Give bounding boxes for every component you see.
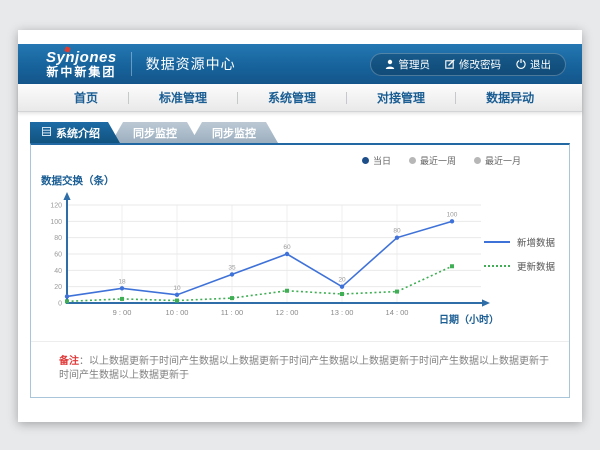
current-user-label: 管理员	[399, 57, 431, 72]
tab-sync-monitor-1[interactable]: 同步监控	[111, 122, 199, 143]
legend-label: 新增数据	[517, 235, 555, 249]
svg-text:10 : 00: 10 : 00	[166, 308, 189, 317]
legend-new-data: 新增数据	[484, 235, 555, 249]
legend-updated-data: 更新数据	[484, 259, 555, 273]
tab-label: 同步监控	[212, 125, 256, 141]
header-divider	[131, 52, 132, 76]
tab-bar: 系统介绍 同步监控 同步监控	[30, 122, 582, 143]
tab-system-intro[interactable]: 系统介绍	[30, 122, 120, 143]
chart-legend: 新增数据 更新数据	[484, 235, 555, 283]
logo: Synjones 新中新集团	[46, 50, 117, 78]
chart-panel: 当日 最近一周 最近一月 数据交换（条） 9 : 00 10 : 00 11 : 0…	[30, 143, 570, 398]
svg-text:13 : 00: 13 : 00	[331, 308, 354, 317]
svg-text:60: 60	[283, 244, 291, 251]
svg-text:40: 40	[54, 268, 62, 275]
filter-label: 最近一周	[420, 154, 456, 167]
svg-text:20: 20	[338, 277, 346, 284]
svg-text:100: 100	[447, 211, 458, 218]
solid-line-icon	[484, 241, 510, 243]
dotted-line-icon	[484, 265, 510, 267]
svg-text:11 : 00: 11 : 00	[221, 308, 243, 317]
user-toolbar: 管理员 修改密码 退出	[370, 53, 567, 76]
svg-text:120: 120	[50, 203, 62, 210]
logo-company: 新中新集团	[46, 66, 117, 79]
main-nav: 首页 标准管理 系统管理 对接管理 数据异动	[18, 84, 582, 112]
svg-text:20: 20	[54, 284, 62, 291]
document-grid-icon	[42, 127, 51, 139]
svg-text:100: 100	[50, 219, 62, 226]
radio-dot-icon	[362, 157, 369, 164]
svg-text:35: 35	[228, 264, 236, 271]
page-title: 数据资源中心	[146, 54, 236, 74]
logout-button[interactable]: 退出	[516, 57, 551, 72]
filter-last-week[interactable]: 最近一周	[409, 154, 456, 167]
tab-label: 系统介绍	[56, 125, 100, 141]
footnote-text: ：以上数据更新于时间产生数据以上数据更新于时间产生数据以上数据更新于时间产生数据…	[59, 356, 549, 381]
nav-item-data-change[interactable]: 数据异动	[456, 89, 564, 106]
change-password-button[interactable]: 修改密码	[445, 57, 501, 72]
svg-text:12 : 00: 12 : 00	[276, 308, 299, 317]
y-axis-title: 数据交换（条）	[41, 173, 115, 188]
radio-dot-icon	[474, 157, 481, 164]
svg-text:18: 18	[118, 278, 126, 285]
svg-text:9 : 00: 9 : 00	[113, 308, 132, 317]
tab-sync-monitor-2[interactable]: 同步监控	[190, 122, 278, 143]
nav-item-standard-mgmt[interactable]: 标准管理	[129, 89, 237, 106]
filter-label: 当日	[373, 154, 391, 167]
svg-text:80: 80	[54, 235, 62, 242]
edit-icon	[445, 59, 455, 69]
change-password-label: 修改密码	[459, 57, 501, 72]
power-icon	[516, 59, 526, 69]
line-chart: 9 : 00 10 : 00 11 : 00 12 : 00 13 : 00 14 : 0…	[41, 191, 496, 331]
logo-brand: Synjones	[46, 50, 117, 66]
filter-last-month[interactable]: 最近一月	[474, 154, 521, 167]
svg-text:14 : 00: 14 : 00	[386, 308, 409, 317]
svg-text:0: 0	[58, 301, 62, 308]
main-window: Synjones 新中新集团 数据资源中心 管理员 修改密码	[18, 30, 582, 422]
filter-label: 最近一月	[485, 154, 521, 167]
time-range-filters: 当日 最近一周 最近一月	[362, 154, 521, 167]
svg-text:80: 80	[393, 228, 401, 235]
user-icon	[385, 59, 395, 69]
footnote: 备注：以上数据更新于时间产生数据以上数据更新于时间产生数据以上数据更新于时间产生…	[31, 341, 569, 383]
legend-label: 更新数据	[517, 259, 555, 273]
logout-label: 退出	[530, 57, 551, 72]
svg-text:10: 10	[173, 285, 181, 292]
svg-text:60: 60	[54, 252, 62, 259]
radio-dot-icon	[409, 157, 416, 164]
x-axis-title: 日期（小时）	[439, 311, 499, 326]
nav-item-system-mgmt[interactable]: 系统管理	[238, 89, 346, 106]
header-bar: Synjones 新中新集团 数据资源中心 管理员 修改密码	[18, 44, 582, 84]
tab-label: 同步监控	[133, 125, 177, 141]
nav-item-home[interactable]: 首页	[44, 89, 128, 106]
filter-today[interactable]: 当日	[362, 154, 391, 167]
footnote-label: 备注	[59, 356, 79, 367]
current-user-button[interactable]: 管理员	[385, 57, 431, 72]
nav-item-interface-mgmt[interactable]: 对接管理	[347, 89, 455, 106]
